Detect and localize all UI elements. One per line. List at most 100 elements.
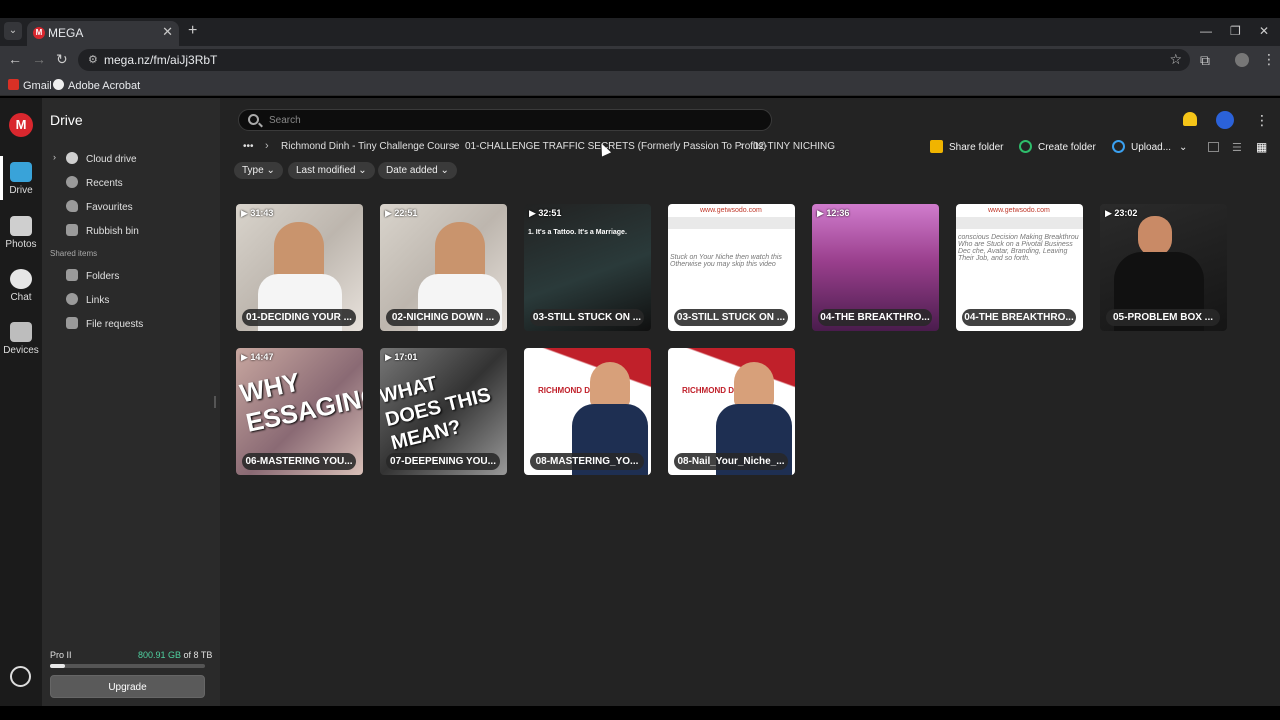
- file-tile[interactable]: WHAT DOES THIS MEAN? ▶ 17:01 07-DEEPENIN…: [380, 348, 507, 475]
- thumbnail-person: [274, 222, 324, 282]
- transfers-icon[interactable]: [10, 666, 31, 687]
- close-window-icon[interactable]: ✕: [1259, 24, 1269, 38]
- app-menu-icon[interactable]: ⋮: [1255, 112, 1269, 129]
- file-name: 03-STILL STUCK ON ...: [674, 309, 788, 326]
- sidebar: [42, 98, 220, 706]
- filter-type[interactable]: Type ⌄: [234, 162, 283, 179]
- search-icon: [248, 114, 259, 125]
- create-folder-button[interactable]: Create folder: [1019, 140, 1096, 153]
- thumbnail-person: [590, 362, 630, 408]
- rail-devices[interactable]: Devices: [0, 322, 42, 356]
- sidebar-item-folders[interactable]: Folders: [66, 269, 119, 282]
- thumbnail-caption: WHY ESSAGING: [237, 366, 363, 438]
- sidebar-title: Drive: [50, 112, 83, 128]
- forward-icon[interactable]: →: [32, 51, 46, 67]
- back-icon[interactable]: ←: [8, 51, 22, 67]
- minimize-icon[interactable]: —: [1200, 24, 1212, 38]
- sidebar-item-recents[interactable]: Recents: [66, 176, 123, 189]
- bookmark-adobe-acrobat[interactable]: Adobe Acrobat: [53, 79, 140, 92]
- list-view-icon[interactable]: ☰: [1232, 141, 1242, 154]
- grid-view-icon[interactable]: ▦: [1256, 140, 1267, 154]
- restore-icon[interactable]: ❐: [1230, 24, 1241, 38]
- file-name: 05-PROBLEM BOX ...: [1106, 309, 1220, 326]
- chevron-down-icon: ⌄: [1179, 142, 1188, 153]
- thumbnail-band: [956, 217, 1083, 229]
- bookmark-gmail[interactable]: Gmail: [8, 79, 52, 92]
- file-tile[interactable]: 1. It's a Tattoo. It's a Marriage. ▶ 32:…: [524, 204, 651, 331]
- rail-drive[interactable]: Drive: [0, 162, 42, 196]
- clock-icon: [66, 176, 78, 188]
- thumbnail-caption: conscious Decision Making Breakthrou Who…: [958, 234, 1079, 262]
- bookmarks-bar: [0, 74, 1280, 96]
- breadcrumb-item-course[interactable]: Richmond Dinh - Tiny Challenge Course: [281, 141, 459, 152]
- url-text: mega.nz/fm/aiJj3RbT: [104, 53, 218, 67]
- thumbnail-header: www.getwsodo.com: [700, 207, 762, 214]
- thumbnail-person: [1138, 216, 1172, 256]
- folder-icon: [10, 162, 32, 182]
- video-duration: ▶ 22:51: [385, 208, 418, 218]
- notifications-bell-icon[interactable]: [1183, 112, 1197, 126]
- file-tile[interactable]: www.getwsodo.com conscious Decision Maki…: [956, 204, 1083, 331]
- profile-avatar[interactable]: [1235, 53, 1249, 67]
- new-tab-icon[interactable]: +: [188, 22, 197, 40]
- address-bar[interactable]: ⚙ mega.nz/fm/aiJj3RbT ☆: [78, 49, 1190, 71]
- file-name: 08-MASTERING_YO...: [530, 453, 644, 470]
- filter-last-modified[interactable]: Last modified ⌄: [288, 162, 375, 179]
- file-tile[interactable]: RICHMOND DINH 08-MASTERING_YO...: [524, 348, 651, 475]
- thumbnail-person: [734, 362, 774, 408]
- link-icon: [66, 293, 78, 305]
- browser-menu-icon[interactable]: ⋮: [1262, 51, 1276, 68]
- tab-search-button[interactable]: ⌄: [4, 22, 22, 40]
- file-name: 02-NICHING DOWN ...: [386, 309, 500, 326]
- close-tab-icon[interactable]: ✕: [162, 24, 173, 40]
- sidebar-resize-handle[interactable]: [214, 396, 216, 408]
- breadcrumb-chevron-icon: ›: [452, 140, 456, 152]
- extensions-icon[interactable]: ⧉: [1200, 52, 1210, 69]
- storage-bar-fill: [50, 664, 66, 668]
- plan-name: Pro II: [50, 650, 72, 660]
- account-avatar[interactable]: [1216, 111, 1234, 129]
- mega-logo-icon[interactable]: M: [9, 113, 33, 137]
- breadcrumb-item-current: 02-TINY NICHING: [753, 141, 836, 152]
- bookmark-star-icon[interactable]: ☆: [1169, 51, 1182, 68]
- rail-chat[interactable]: Chat: [0, 269, 42, 303]
- sidebar-item-rubbish-bin[interactable]: Rubbish bin: [66, 224, 139, 237]
- sidebar-item-cloud-drive[interactable]: Cloud drive: [66, 152, 137, 165]
- search-input[interactable]: [269, 112, 749, 128]
- file-name: 04-THE BREAKTHRO...: [818, 309, 932, 326]
- expand-chevron-icon[interactable]: ›: [53, 152, 56, 162]
- browser-tab[interactable]: M MEGA ✕: [27, 21, 179, 46]
- globe-icon: [53, 79, 64, 90]
- sidebar-item-file-requests[interactable]: File requests: [66, 317, 143, 330]
- devices-icon: [10, 322, 32, 342]
- search-bar[interactable]: [238, 109, 772, 131]
- thumbnail-view-icon[interactable]: [1208, 142, 1219, 152]
- file-tile[interactable]: ▶ 31:43 01-DECIDING YOUR ...: [236, 204, 363, 331]
- file-tile[interactable]: ▶ 23:02 05-PROBLEM BOX ...: [1100, 204, 1227, 331]
- file-tile[interactable]: ▶ 12:36 04-THE BREAKTHRO...: [812, 204, 939, 331]
- filter-date-added[interactable]: Date added ⌄: [378, 162, 457, 179]
- file-tile[interactable]: RICHMOND DINH 08-Nail_Your_Niche_...: [668, 348, 795, 475]
- upgrade-button[interactable]: Upgrade: [50, 675, 205, 698]
- file-tile[interactable]: WHY ESSAGING ▶ 14:47 06-MASTERING YOU...: [236, 348, 363, 475]
- chat-icon: [10, 269, 32, 289]
- sidebar-item-favourites[interactable]: Favourites: [66, 200, 133, 213]
- tab-title: MEGA: [48, 26, 84, 40]
- share-folder-button[interactable]: Share folder: [930, 140, 1003, 153]
- breadcrumb-chevron-icon: ›: [740, 140, 744, 152]
- breadcrumb-more[interactable]: •••: [243, 141, 254, 152]
- upload-button[interactable]: Upload... ⌄: [1112, 140, 1187, 153]
- rail-photos[interactable]: Photos: [0, 216, 42, 250]
- site-info-icon[interactable]: ⚙: [88, 53, 98, 66]
- storage-usage: 800.91 GB of 8 TB: [138, 650, 213, 660]
- reload-icon[interactable]: ↻: [56, 51, 68, 68]
- breadcrumb-item-challenge[interactable]: 01-CHALLENGE TRAFFIC SECRETS (Formerly P…: [465, 141, 766, 152]
- file-name: 04-THE BREAKTHRO...: [962, 309, 1076, 326]
- thumbnail-person: [435, 222, 485, 282]
- file-tile[interactable]: ▶ 22:51 02-NICHING DOWN ...: [380, 204, 507, 331]
- sidebar-item-links[interactable]: Links: [66, 293, 109, 306]
- heart-icon: [66, 200, 78, 212]
- file-tile[interactable]: www.getwsodo.com Stuck on Your Niche the…: [668, 204, 795, 331]
- thumbnail-header: www.getwsodo.com: [988, 207, 1050, 214]
- photo-icon: [10, 216, 32, 236]
